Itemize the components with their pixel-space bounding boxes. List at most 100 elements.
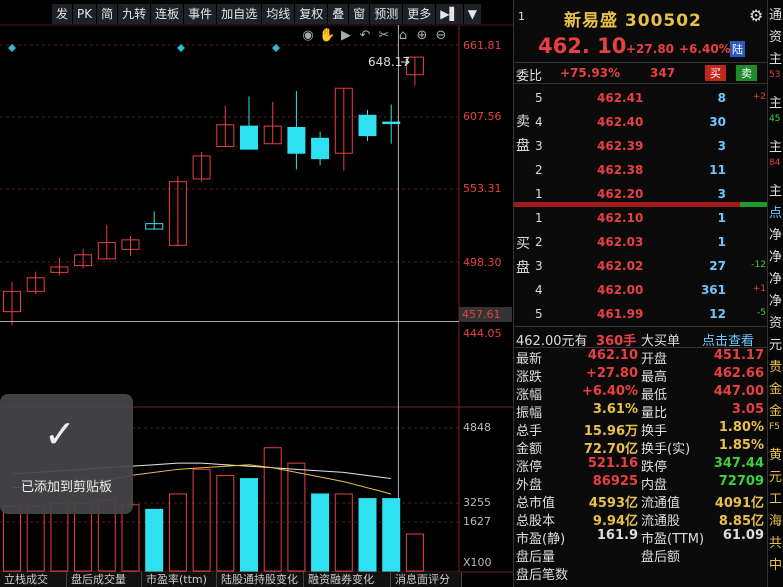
order-ratio-label: 委比 bbox=[516, 69, 543, 84]
ask-row[interactable]: 3 462.39 3 bbox=[514, 135, 768, 157]
zoom-out-icon[interactable]: ⊖ bbox=[433, 28, 449, 43]
tab-northbound-holding[interactable]: 陆股通持股变化 bbox=[217, 572, 304, 587]
lock-icon[interactable]: ⌂ bbox=[395, 28, 411, 43]
stat-value: 447.00 bbox=[713, 384, 764, 399]
ask-row[interactable]: 2 462.38 11 bbox=[514, 159, 768, 181]
gear-icon[interactable]: ⚙ bbox=[749, 6, 763, 25]
eye-icon[interactable]: ◉ bbox=[300, 28, 316, 43]
bid-row[interactable]: 5 461.99 12 -5 bbox=[514, 303, 768, 325]
toolbar-btn-adjust[interactable]: 复权 bbox=[295, 4, 329, 24]
bid-row[interactable]: 1 462.10 1 bbox=[514, 207, 768, 229]
stat-value: +27.80 bbox=[585, 366, 638, 381]
ask-price: 462.40 bbox=[597, 115, 644, 129]
tab-afterhours-volume[interactable]: 盘后成交量 bbox=[67, 572, 142, 587]
toolbar-btn-next[interactable]: ▶▌ bbox=[436, 4, 464, 24]
tab-pe-ttm[interactable]: 市盈率(ttm) bbox=[142, 572, 217, 587]
bid-row[interactable]: 2 462.03 1 bbox=[514, 231, 768, 253]
price-tick: 444.05 bbox=[463, 327, 502, 340]
price-tick: 607.56 bbox=[463, 110, 502, 123]
buy-button[interactable]: 买 bbox=[705, 65, 726, 81]
undo-icon[interactable]: ↶ bbox=[357, 28, 373, 43]
ask-row[interactable]: 4 462.40 30 bbox=[514, 111, 768, 133]
toolbar-btn-add-watchlist[interactable]: 加自选 bbox=[217, 4, 263, 24]
index-mark: 1 bbox=[518, 10, 525, 23]
stat-label: 流通值 bbox=[641, 496, 681, 511]
stat-label: 外盘 bbox=[516, 478, 543, 493]
volume-bar bbox=[287, 462, 306, 572]
scissors-icon[interactable]: ✂ bbox=[376, 28, 392, 43]
ask-volume: 3 bbox=[717, 139, 726, 153]
bid-row[interactable]: 4 462.00 361 +1 bbox=[514, 279, 768, 301]
stat-label: 最高 bbox=[641, 370, 668, 385]
stock-name[interactable]: 新易盛 300502 bbox=[564, 6, 702, 31]
side-strip-char: 净 bbox=[769, 294, 783, 309]
volume-bar bbox=[192, 468, 211, 572]
candle-body bbox=[287, 126, 306, 154]
toolbar-btn-ma[interactable]: 均线 bbox=[262, 4, 296, 24]
kline-chart-area[interactable]: 发 PK 简 九转 连板 事件 加自选 均线 复权 叠 窗 预测 更多 ▶▌ ▼… bbox=[0, 0, 513, 587]
tab-news-score[interactable]: 消息面评分 bbox=[391, 572, 462, 587]
stat-label: 盘后笔数 bbox=[516, 568, 569, 583]
toolbar-btn-pk[interactable]: PK bbox=[73, 4, 98, 24]
tab-tick-volume[interactable]: 立栈成交 bbox=[0, 572, 67, 587]
volume-bar bbox=[311, 493, 330, 572]
side-strip-char: 元 bbox=[769, 470, 783, 485]
order-ratio-value: +75.93% bbox=[560, 66, 621, 80]
ask-row[interactable]: 5 462.41 8 +2 bbox=[514, 87, 768, 109]
volume-bar bbox=[216, 474, 235, 572]
ask-volume: 11 bbox=[709, 163, 726, 177]
side-strip-char: 金 bbox=[769, 404, 783, 419]
toolbar-btn-events[interactable]: 事件 bbox=[184, 4, 218, 24]
chart-icon-row: ◉ ✋ ▶ ↶ ✂ ⌂ ⊕ ⊖ bbox=[300, 28, 449, 43]
order-ratio-row: 委比 +75.93% 347 买 卖 bbox=[514, 62, 768, 84]
bid-row[interactable]: 3 462.02 27 -12 bbox=[514, 255, 768, 277]
sell-button[interactable]: 卖 bbox=[736, 65, 757, 81]
ask-level: 5 bbox=[535, 91, 543, 105]
bid-volume-change: -5 bbox=[757, 308, 766, 318]
toolbar-btn-simple[interactable]: 简 bbox=[97, 4, 119, 24]
toolbar-btn-more[interactable]: 更多 bbox=[403, 4, 437, 24]
ask-level: 1 bbox=[535, 187, 543, 201]
side-strip-char: 53 bbox=[769, 70, 781, 80]
trade-volume: 360手 bbox=[596, 334, 637, 349]
volume-bar bbox=[26, 505, 45, 572]
toolbar-btn-window[interactable]: 窗 bbox=[349, 4, 371, 24]
price-tick: 553.31 bbox=[463, 182, 502, 195]
toolbar-btn-jiuzhuan[interactable]: 九转 bbox=[118, 4, 152, 24]
bid-level: 2 bbox=[535, 235, 543, 249]
tab-margin-change[interactable]: 融资融券变化 bbox=[304, 572, 391, 587]
side-strip-char: 主 bbox=[769, 52, 783, 67]
stat-label: 总股本 bbox=[516, 514, 556, 529]
stat-label: 换手 bbox=[641, 424, 668, 439]
stat-value: +6.40% bbox=[582, 384, 638, 399]
bid-price: 461.99 bbox=[597, 307, 644, 321]
play-icon[interactable]: ▶ bbox=[338, 28, 354, 43]
side-strip-char: 共 bbox=[769, 536, 783, 551]
toolbar-btn-overlay[interactable]: 叠 bbox=[328, 4, 350, 24]
hand-icon[interactable]: ✋ bbox=[319, 28, 335, 43]
stat-label: 开盘 bbox=[641, 352, 668, 367]
toolbar-btn-lianban[interactable]: 连板 bbox=[151, 4, 185, 24]
side-strip-char: 黄 bbox=[769, 448, 783, 463]
stat-value: 161.9 bbox=[596, 528, 638, 543]
stat-value: 9.94亿 bbox=[592, 514, 638, 529]
stat-label: 涨幅 bbox=[516, 388, 543, 403]
stat-value: 462.10 bbox=[587, 348, 638, 363]
stat-label: 量比 bbox=[641, 406, 668, 421]
toolbar-btn-dropdown[interactable]: ▼ bbox=[464, 4, 482, 24]
volume-tick: 1627 bbox=[463, 515, 491, 528]
view-trades-link[interactable]: 点击查看 bbox=[702, 330, 754, 349]
side-strip-char: 主 bbox=[769, 184, 783, 199]
toolbar-btn-fa[interactable]: 发 bbox=[52, 4, 74, 24]
toast-message: 已添加到剪贴板 bbox=[20, 480, 112, 495]
side-strip-char: 金 bbox=[769, 382, 783, 397]
price-change-pct: +6.40% bbox=[679, 42, 731, 56]
toolbar-btn-forecast[interactable]: 预测 bbox=[370, 4, 404, 24]
stat-label: 金额 bbox=[516, 442, 543, 457]
stat-label: 总市值 bbox=[516, 496, 556, 511]
order-ratio-diff: 347 bbox=[650, 66, 676, 80]
zoom-in-icon[interactable]: ⊕ bbox=[414, 28, 430, 43]
side-strip-char: 资 bbox=[769, 316, 783, 331]
stat-value: 86925 bbox=[592, 474, 638, 489]
stat-label: 涨停 bbox=[516, 460, 543, 475]
